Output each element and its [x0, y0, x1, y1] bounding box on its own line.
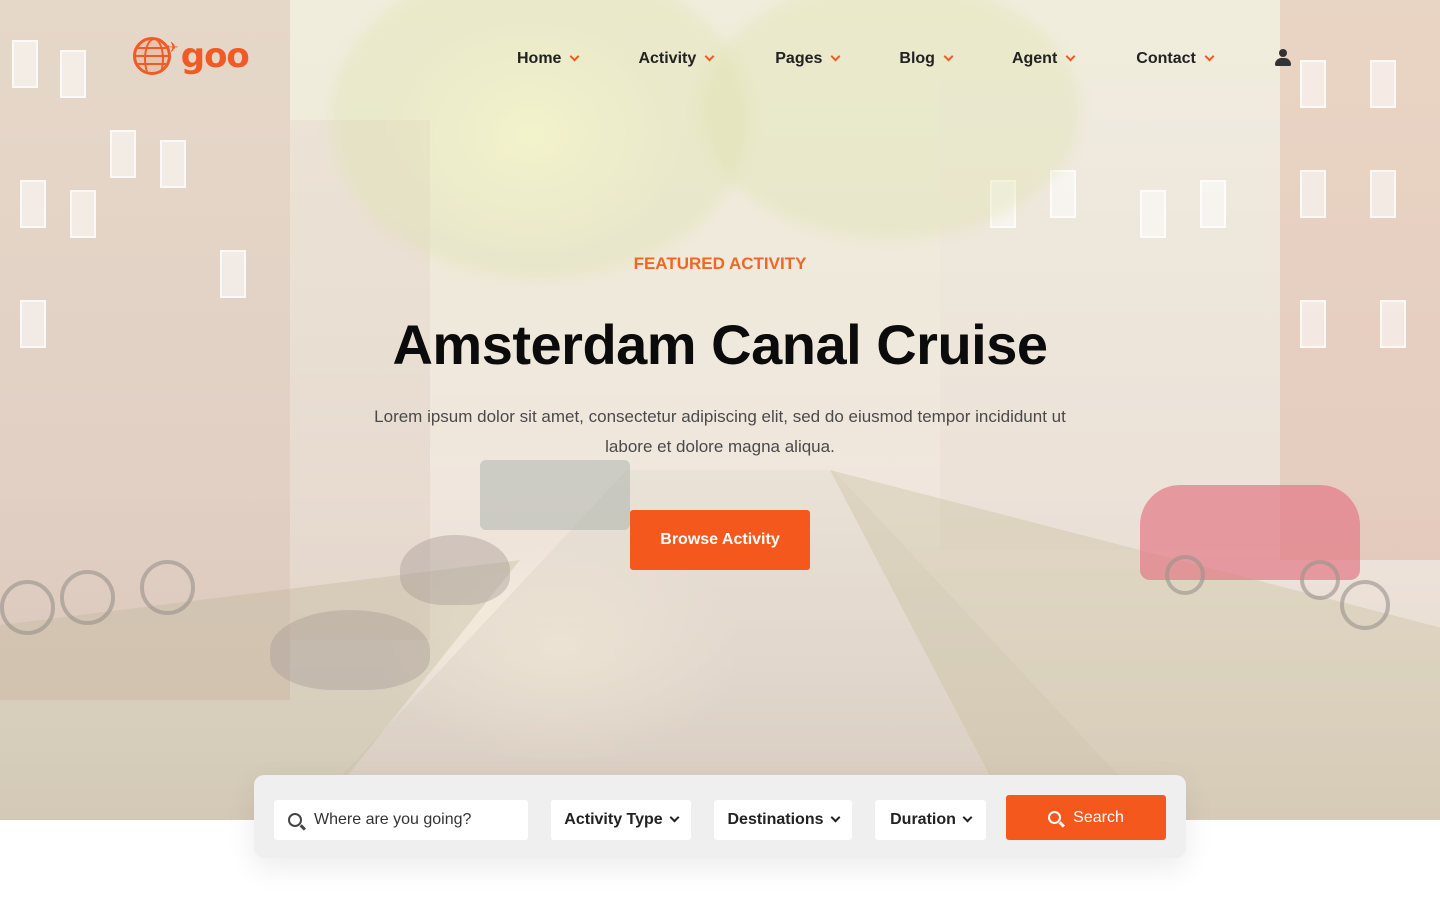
nav-item-agent[interactable]: Agent: [1011, 48, 1076, 70]
user-icon-head: [1279, 49, 1287, 57]
globe-icon: [133, 37, 171, 75]
chevron-down-icon: [570, 51, 580, 62]
chevron-down-icon: [943, 51, 954, 62]
user-icon-body: [1275, 58, 1291, 66]
site-logo[interactable]: ✈ goo: [133, 35, 250, 77]
duration-label: Duration: [890, 811, 956, 828]
nav-item-label: Activity: [638, 50, 697, 67]
chevron-down-icon: [830, 51, 841, 62]
chevron-down-icon: [1204, 51, 1215, 62]
nav-item-label: Home: [517, 50, 562, 67]
duration-dropdown[interactable]: Duration: [875, 800, 986, 840]
nav-item-label: Contact: [1136, 50, 1196, 67]
chevron-down-icon: [962, 812, 973, 823]
activity-type-dropdown[interactable]: Activity Type: [551, 800, 691, 840]
hero-description: Lorem ipsum dolor sit amet, consectetur …: [374, 407, 1066, 456]
nav-item-label: Pages: [775, 50, 823, 67]
search-icon: [1048, 811, 1062, 824]
destinations-label: Destinations: [727, 811, 824, 828]
destinations-dropdown[interactable]: Destinations: [714, 800, 852, 840]
search-panel: Activity Type Destinations Duration Sear…: [254, 775, 1186, 858]
chevron-down-icon: [830, 812, 840, 823]
chevron-down-icon: [704, 51, 715, 62]
nav-item-label: Blog: [899, 50, 935, 67]
chevron-down-icon: [1065, 51, 1076, 62]
hero-title: Amsterdam Canal Cruise: [392, 313, 1048, 376]
nav-item-contact[interactable]: Contact: [1136, 48, 1215, 70]
search-button-label: Search: [1073, 808, 1124, 826]
search-input[interactable]: [314, 811, 514, 829]
search-button[interactable]: Search: [1006, 795, 1166, 840]
user-icon[interactable]: [1275, 49, 1291, 67]
hero-eyebrow: FEATURED ACTIVITY: [633, 254, 807, 273]
activity-type-label: Activity Type: [564, 811, 663, 828]
nav-item-home[interactable]: Home: [517, 48, 580, 70]
nav-item-blog[interactable]: Blog: [899, 48, 954, 70]
main-nav: Home Activity Pages Blog Agent Contact: [517, 48, 1215, 70]
destination-search-field[interactable]: [274, 800, 528, 840]
browse-activity-button[interactable]: Browse Activity: [630, 510, 810, 570]
search-icon: [288, 813, 302, 827]
nav-item-pages[interactable]: Pages: [775, 48, 841, 70]
nav-item-label: Agent: [1011, 50, 1058, 67]
logo-text: goo: [180, 36, 250, 76]
nav-item-activity[interactable]: Activity: [638, 48, 715, 70]
chevron-down-icon: [669, 812, 680, 823]
